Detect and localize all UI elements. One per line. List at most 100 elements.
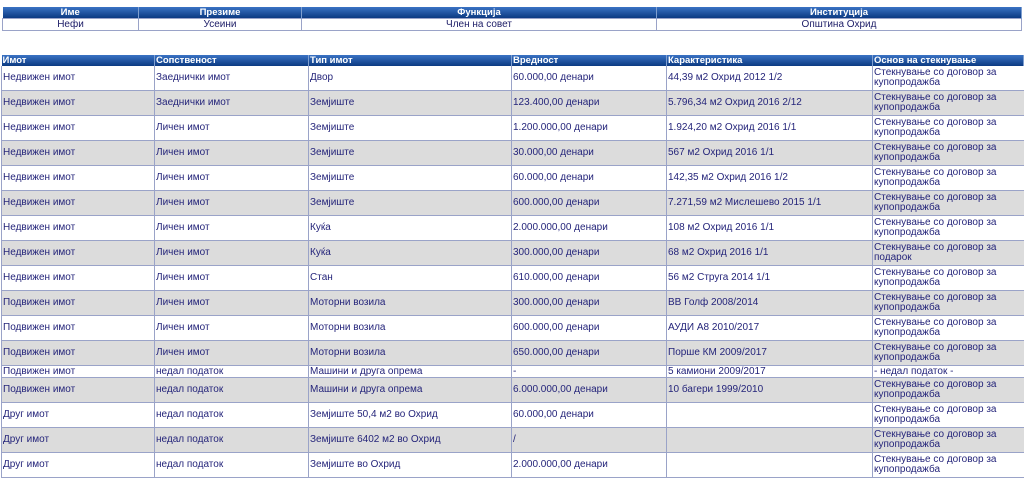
acquisition-basis-cell: Стекнување со договор за купопродажба	[872, 140, 1024, 166]
acquisition-basis-cell: Стекнување со договор за купопродажба	[872, 452, 1024, 478]
asset-type-cell: Земјиште	[308, 165, 512, 191]
table-row: Недвижен имот Личен имот Куќа 2.000.000,00 …	[1, 215, 1024, 241]
table-row: Друг имот недал податок Земјиште 6402 м2 в…	[1, 427, 1024, 453]
header-asset: Имот	[1, 55, 155, 66]
ownership-cell: Заеднички имот	[154, 90, 309, 116]
characteristic-cell: 5 камиони 2009/2017	[666, 365, 873, 378]
asset-type-cell: Моторни возила	[308, 315, 512, 341]
table-row: Недвижен имот Личен имот Земјиште 30.000,00…	[1, 140, 1024, 166]
characteristic-cell: 10 багери 1999/2010	[666, 377, 873, 403]
header-acquisition-basis: Основ на стекнување	[872, 55, 1024, 66]
table-row: Недвижен имот Заеднички имот Двор 60.000,00…	[1, 66, 1024, 91]
asset-cell: Друг имот	[1, 427, 155, 453]
asset-type-cell: Машини и друга опрема	[308, 377, 512, 403]
asset-type-cell: Земјиште	[308, 190, 512, 216]
asset-type-cell: Машини и друга опрема	[308, 365, 512, 378]
value-cell: -	[511, 365, 667, 378]
official-info-row: Нефи Усеини Член на совет Општина Охрид	[2, 18, 1022, 31]
assets-header: Имот Сопственост Тип имот Вредност Карак…	[1, 55, 1024, 66]
asset-cell: Недвижен имот	[1, 140, 155, 166]
characteristic-cell: Порше КМ 2009/2017	[666, 340, 873, 366]
ownership-cell: Личен имот	[154, 265, 309, 291]
header-function: Функција	[301, 7, 657, 19]
header-institution: Институција	[656, 7, 1022, 19]
acquisition-basis-cell: Стекнување со договор за купопродажба	[872, 190, 1024, 216]
acquisition-basis-cell: Стекнување со договор за подарок	[872, 240, 1024, 266]
table-row: Подвижен имот Личен имот Моторни возила 650…	[1, 340, 1024, 366]
assets-body: Недвижен имот Заеднички имот Двор 60.000,00…	[1, 66, 1024, 478]
asset-cell: Подвижен имот	[1, 340, 155, 366]
characteristic-cell	[666, 452, 873, 478]
assets-table: Имот Сопственост Тип имот Вредност Карак…	[1, 55, 1024, 478]
acquisition-basis-cell: Стекнување со договор за купопродажба	[872, 427, 1024, 453]
ownership-cell: Личен имот	[154, 190, 309, 216]
acquisition-basis-cell: Стекнување со договор за купопродажба	[872, 66, 1024, 91]
asset-cell: Подвижен имот	[1, 315, 155, 341]
table-row: Подвижен имот недал податок Машини и друга…	[1, 365, 1024, 378]
acquisition-basis-cell: Стекнување со договор за купопродажба	[872, 115, 1024, 141]
acquisition-basis-cell: Стекнување со договор за купопродажба	[872, 90, 1024, 116]
characteristic-cell: АУДИ А8 2010/2017	[666, 315, 873, 341]
value-cell: 6.000.000,00 денари	[511, 377, 667, 403]
asset-type-cell: Земјиште во Охрид	[308, 452, 512, 478]
asset-cell: Недвижен имот	[1, 265, 155, 291]
value-cell: 600.000,00 денари	[511, 190, 667, 216]
asset-type-cell: Двор	[308, 66, 512, 91]
asset-type-cell: Куќа	[308, 215, 512, 241]
characteristic-cell: 142,35 м2 Охрид 2016 1/2	[666, 165, 873, 191]
function-cell: Член на совет	[301, 18, 657, 31]
header-last-name: Презиме	[138, 7, 302, 19]
first-name-cell: Нефи	[2, 18, 139, 31]
acquisition-basis-cell: Стекнување со договор за купопродажба	[872, 290, 1024, 316]
ownership-cell: Личен имот	[154, 140, 309, 166]
acquisition-basis-cell: Стекнување со договор за купопродажба	[872, 340, 1024, 366]
asset-type-cell: Земјиште 6402 м2 во Охрид	[308, 427, 512, 453]
asset-type-cell: Земјиште	[308, 115, 512, 141]
acquisition-basis-cell: Стекнување со договор за купопродажба	[872, 165, 1024, 191]
acquisition-basis-cell: Стекнување со договор за купопродажба	[872, 377, 1024, 403]
header-asset-type: Тип имот	[308, 55, 512, 66]
institution-cell: Општина Охрид	[656, 18, 1022, 31]
characteristic-cell: ВВ Голф 2008/2014	[666, 290, 873, 316]
value-cell: 2.000.000,00 денари	[511, 452, 667, 478]
asset-cell: Подвижен имот	[1, 365, 155, 378]
table-row: Подвижен имот недал податок Машини и друга…	[1, 377, 1024, 403]
value-cell: 1.200.000,00 денари	[511, 115, 667, 141]
value-cell: 60.000,00 денари	[511, 165, 667, 191]
asset-cell: Подвижен имот	[1, 290, 155, 316]
characteristic-cell: 56 м2 Струга 2014 1/1	[666, 265, 873, 291]
asset-type-cell: Земјиште	[308, 140, 512, 166]
ownership-cell: Личен имот	[154, 240, 309, 266]
asset-cell: Недвижен имот	[1, 115, 155, 141]
header-value: Вредност	[511, 55, 667, 66]
asset-cell: Недвижен имот	[1, 165, 155, 191]
characteristic-cell: 68 м2 Охрид 2016 1/1	[666, 240, 873, 266]
asset-type-cell: Стан	[308, 265, 512, 291]
table-row: Друг имот недал податок Земјиште во Охрид 2…	[1, 452, 1024, 478]
characteristic-cell	[666, 427, 873, 453]
characteristic-cell: 108 м2 Охрид 2016 1/1	[666, 215, 873, 241]
official-info-table: Име Презиме Функција Институција Нефи Ус…	[2, 7, 1022, 31]
ownership-cell: Личен имот	[154, 340, 309, 366]
last-name-cell: Усеини	[138, 18, 302, 31]
value-cell: 60.000,00 денари	[511, 402, 667, 428]
value-cell: 2.000.000,00 денари	[511, 215, 667, 241]
ownership-cell: недал податок	[154, 427, 309, 453]
asset-type-cell: Моторни возила	[308, 290, 512, 316]
characteristic-cell: 44,39 м2 Охрид 2012 1/2	[666, 66, 873, 91]
asset-cell: Друг имот	[1, 402, 155, 428]
value-cell: 30.000,00 денари	[511, 140, 667, 166]
ownership-cell: Личен имот	[154, 115, 309, 141]
characteristic-cell: 5.796,34 м2 Охрид 2016 2/12	[666, 90, 873, 116]
asset-cell: Недвижен имот	[1, 90, 155, 116]
ownership-cell: недал податок	[154, 452, 309, 478]
value-cell: 123.400,00 денари	[511, 90, 667, 116]
ownership-cell: Личен имот	[154, 215, 309, 241]
asset-type-cell: Земјиште	[308, 90, 512, 116]
value-cell: 610.000,00 денари	[511, 265, 667, 291]
official-info-header: Име Презиме Функција Институција	[2, 7, 1022, 19]
table-row: Подвижен имот Личен имот Моторни возила 600…	[1, 315, 1024, 341]
ownership-cell: Личен имот	[154, 315, 309, 341]
ownership-cell: недал податок	[154, 377, 309, 403]
acquisition-basis-cell: Стекнување со договор за купопродажба	[872, 315, 1024, 341]
